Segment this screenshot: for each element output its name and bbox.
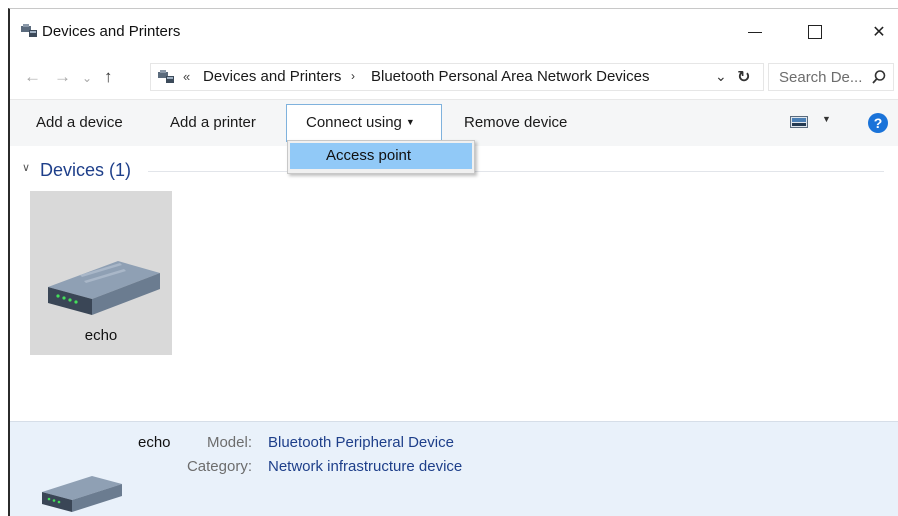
breadcrumb-devices-and-printers[interactable]: Devices and Printers xyxy=(203,68,341,85)
address-bar[interactable]: « Devices and Printers › Bluetooth Perso… xyxy=(150,63,764,91)
category-value: Network infrastructure device xyxy=(268,458,463,475)
command-bar: Add a device Add a printer Connect using… xyxy=(10,99,898,146)
forward-arrow-icon[interactable]: → xyxy=(54,67,71,87)
add-printer-button[interactable]: Add a printer xyxy=(170,100,256,146)
device-tile-echo[interactable]: echo xyxy=(30,191,172,355)
model-value: Bluetooth Peripheral Device xyxy=(268,434,454,451)
connect-using-label: Connect using xyxy=(306,114,402,131)
back-arrow-icon[interactable]: ← xyxy=(24,67,41,87)
group-divider xyxy=(148,171,884,172)
maximize-icon xyxy=(808,25,822,39)
breadcrumb-overflow[interactable]: « xyxy=(183,69,190,84)
network-device-icon xyxy=(42,476,122,512)
dropdown-caret-icon: ▼ xyxy=(405,117,415,127)
close-icon: ✕ xyxy=(872,24,886,41)
breadcrumb-bluetooth-pan-devices[interactable]: Bluetooth Personal Area Network Devices xyxy=(371,68,649,85)
connect-using-button[interactable]: Connect using ▼ xyxy=(286,104,442,142)
menu-item-access-point[interactable]: Access point xyxy=(290,143,472,169)
maximize-button[interactable] xyxy=(792,9,838,55)
category-label: Category: xyxy=(186,458,252,475)
network-device-icon xyxy=(48,261,160,315)
window-title: Devices and Printers xyxy=(42,23,181,40)
up-arrow-icon[interactable]: ↑ xyxy=(104,67,113,87)
search-box[interactable] xyxy=(768,63,894,91)
devices-and-printers-window: Devices and Printers ✕ ← → ⌄ ↑ « Devices… xyxy=(8,8,898,516)
connect-using-menu: Access point xyxy=(287,140,475,174)
close-button[interactable]: ✕ xyxy=(856,9,898,55)
minimize-icon xyxy=(748,31,762,33)
view-options-caret-icon[interactable]: ▼ xyxy=(822,114,831,124)
add-device-button[interactable]: Add a device xyxy=(36,100,123,146)
devices-printers-icon xyxy=(21,24,37,37)
collapse-chevron-icon[interactable]: ∨ xyxy=(22,161,30,174)
refresh-icon[interactable]: ↻ xyxy=(737,67,750,87)
devices-printers-icon xyxy=(158,70,174,83)
navigation-bar: ← → ⌄ ↑ « Devices and Printers › Bluetoo… xyxy=(10,55,898,99)
help-icon[interactable]: ? xyxy=(868,113,888,133)
details-device-name: echo xyxy=(138,434,171,451)
details-pane: echo Model: Bluetooth Peripheral Device … xyxy=(10,421,898,516)
remove-device-button[interactable]: Remove device xyxy=(464,100,567,146)
search-input[interactable] xyxy=(769,64,875,90)
address-dropdown-chevron-icon[interactable]: ⌄ xyxy=(715,68,727,85)
title-bar: Devices and Printers ✕ xyxy=(10,9,898,55)
group-title: Devices (1) xyxy=(40,160,132,180)
minimize-button[interactable] xyxy=(732,9,778,55)
recent-locations-chevron-icon[interactable]: ⌄ xyxy=(82,71,92,85)
change-view-icon[interactable] xyxy=(790,116,808,128)
model-label: Model: xyxy=(206,434,252,451)
breadcrumb-separator-icon[interactable]: › xyxy=(351,69,355,83)
search-icon[interactable] xyxy=(871,69,887,85)
device-name: echo xyxy=(84,327,118,344)
